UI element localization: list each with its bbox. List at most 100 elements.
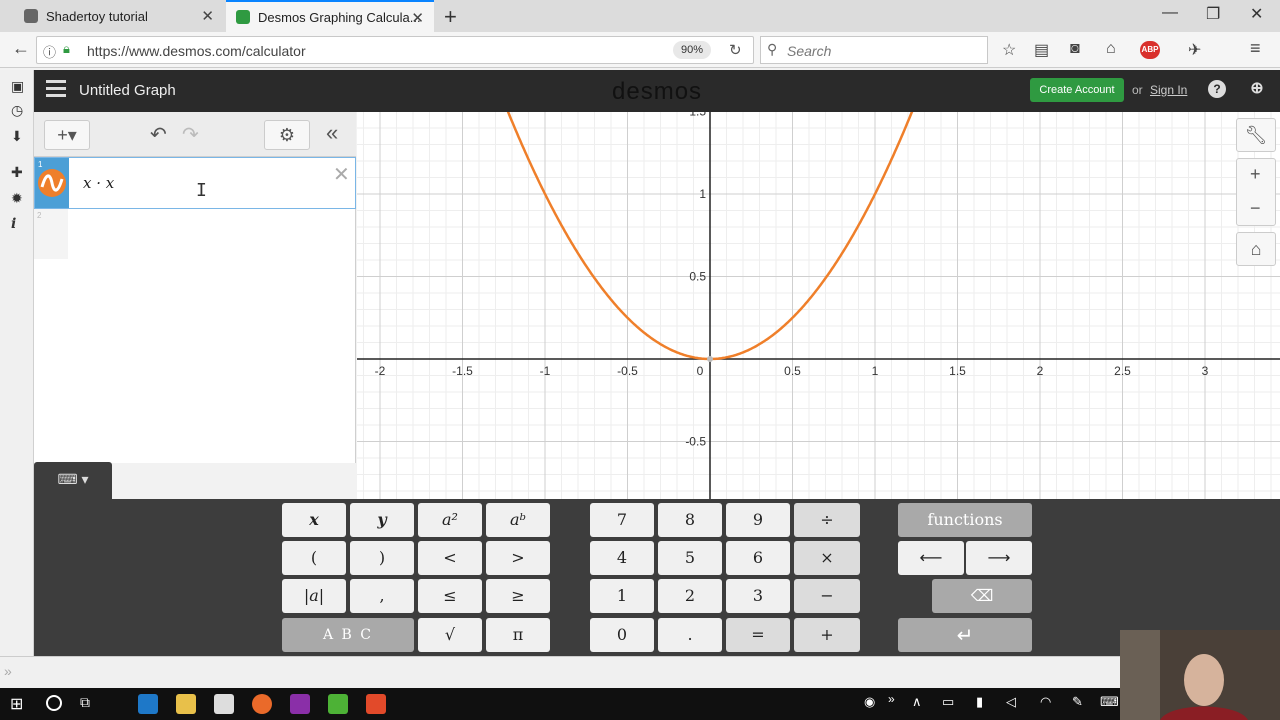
new-tab-icon[interactable]: + [444, 4, 457, 30]
key-2[interactable]: 2 [658, 579, 722, 613]
add-expression-button[interactable]: +▾ [44, 120, 90, 150]
window-close-icon[interactable]: ✕ [1250, 4, 1263, 24]
windows-start-icon[interactable]: ⊞ [10, 694, 23, 714]
graph-canvas[interactable]: -2 -1.5 -1 -0.5 0 0.5 1 1.5 2 2.5 3 1.5 1 0.5 -0.5 [357, 112, 1280, 499]
key-greater-than[interactable]: > [486, 541, 550, 575]
create-account-button[interactable]: Create Account [1030, 78, 1124, 102]
settings-gear-icon[interactable]: ✹ [11, 190, 23, 207]
close-tab-icon[interactable]: ✕ [411, 9, 424, 27]
sign-in-link[interactable]: Sign In [1150, 83, 1187, 97]
home-icon[interactable]: ⌂ [1106, 40, 1116, 58]
undo-icon[interactable]: ↶ [150, 122, 167, 147]
info-icon[interactable]: ⓘ [43, 42, 56, 61]
key-1[interactable]: 1 [590, 579, 654, 613]
cortana-icon[interactable] [46, 695, 62, 711]
pocket-icon[interactable]: ◙ [1070, 40, 1080, 58]
key-pi[interactable]: π [486, 618, 550, 652]
key-9[interactable]: 9 [726, 503, 790, 537]
expression-row[interactable]: 1 x · x ✕ [34, 157, 356, 209]
tray-chevron-icon[interactable]: ∧ [912, 694, 922, 710]
key-greater-equal[interactable]: ≥ [486, 579, 550, 613]
expand-arrow-icon[interactable]: » [4, 663, 12, 679]
key-plus[interactable]: + [794, 618, 860, 652]
zoom-indicator[interactable]: 90% [673, 41, 711, 59]
battery-icon[interactable]: ▮ [976, 694, 983, 710]
key-multiply[interactable]: × [794, 541, 860, 575]
history-icon[interactable]: ◷ [11, 102, 23, 119]
key-abc[interactable]: A B C [282, 618, 414, 652]
key-4[interactable]: 4 [590, 541, 654, 575]
key-less-equal[interactable]: ≤ [418, 579, 482, 613]
curve-color-icon[interactable] [38, 169, 66, 197]
key-sqrt[interactable]: √ [418, 618, 482, 652]
key-decimal[interactable]: . [658, 618, 722, 652]
wrench-icon[interactable]: 🔧︎ [1236, 118, 1276, 152]
graph-title[interactable]: Untitled Graph [79, 82, 176, 99]
key-0[interactable]: 0 [590, 618, 654, 652]
pen-icon[interactable]: ✎ [1072, 694, 1083, 710]
functions-button[interactable]: functions [898, 503, 1032, 537]
key-a-power-b[interactable]: aᵇ [486, 503, 550, 537]
hamburger-menu-icon[interactable] [46, 80, 66, 98]
key-3[interactable]: 3 [726, 579, 790, 613]
graph-paper[interactable]: -2 -1.5 -1 -0.5 0 0.5 1 1.5 2 2.5 3 1.5 1 0.5 -0.5 [357, 112, 1280, 499]
expression-input[interactable]: x · x [83, 174, 114, 192]
delete-expression-icon[interactable]: ✕ [333, 162, 350, 187]
info-i-icon[interactable]: i [11, 216, 16, 232]
key-absolute-value[interactable]: |a| [282, 579, 346, 613]
file-explorer-icon[interactable] [176, 694, 196, 714]
tray-expand-icon[interactable]: » [888, 692, 895, 706]
collapse-panel-icon[interactable]: « [326, 120, 338, 146]
adblock-icon[interactable]: ABP [1140, 41, 1160, 59]
key-a-squared[interactable]: a² [418, 503, 482, 537]
wifi-icon[interactable]: ◠ [1040, 694, 1051, 710]
key-less-than[interactable]: < [418, 541, 482, 575]
tray-display-icon[interactable]: ▭ [942, 694, 954, 710]
menu-icon[interactable]: ≡ [1250, 38, 1261, 59]
firefox-icon[interactable] [252, 694, 272, 714]
download-icon[interactable]: ⬇ [11, 128, 23, 145]
tab-desmos[interactable]: Desmos Graphing Calcula... ✕ [226, 0, 434, 32]
left-arrow-key-icon[interactable]: ⟵ [898, 541, 964, 575]
tray-app-icon[interactable]: ◉ [864, 694, 875, 710]
zoom-out-icon[interactable]: − [1250, 198, 1261, 219]
key-divide[interactable]: ÷ [794, 503, 860, 537]
minimize-icon[interactable]: — [1162, 4, 1178, 22]
zoom-in-icon[interactable]: + [1250, 164, 1261, 185]
recorder-icon[interactable] [366, 694, 386, 714]
volume-icon[interactable]: ◁ [1006, 694, 1016, 710]
url-bar[interactable]: ⓘ 🔒︎ https://www.desmos.com/calculator 9… [36, 36, 754, 64]
library-icon[interactable]: ▤ [1034, 40, 1049, 60]
help-icon[interactable]: ? [1208, 80, 1226, 98]
bookmarks-icon[interactable]: ▣ [11, 78, 24, 95]
key-close-paren[interactable]: ) [350, 541, 414, 575]
key-open-paren[interactable]: ( [282, 541, 346, 575]
back-arrow-icon[interactable]: ← [12, 38, 30, 59]
enter-key-icon[interactable]: ↵ [898, 618, 1032, 652]
tab-shadertoy[interactable]: Shadertoy tutorial ✕ [14, 0, 224, 32]
key-minus[interactable]: − [794, 579, 860, 613]
key-7[interactable]: 7 [590, 503, 654, 537]
parabola-curve[interactable] [487, 112, 931, 361]
key-y[interactable]: y [350, 503, 414, 537]
edge-icon[interactable] [138, 694, 158, 714]
language-globe-icon[interactable]: ⊕ [1248, 80, 1266, 98]
key-8[interactable]: 8 [658, 503, 722, 537]
camtasia-icon[interactable] [328, 694, 348, 714]
close-tab-icon[interactable]: ✕ [201, 7, 214, 25]
task-view-icon[interactable]: ⧉ [80, 694, 90, 711]
bookmark-star-icon[interactable]: ☆ [1002, 40, 1016, 60]
reload-icon[interactable]: ↻ [729, 41, 742, 59]
graph-settings-gear-icon[interactable]: ⚙ [264, 120, 310, 150]
key-equals[interactable]: = [726, 618, 790, 652]
restore-icon[interactable]: ❐ [1206, 4, 1220, 24]
right-arrow-key-icon[interactable]: ⟶ [966, 541, 1032, 575]
key-comma[interactable]: , [350, 579, 414, 613]
keypad-toggle[interactable]: ⌨ ▾ [34, 462, 112, 499]
home-view-icon[interactable]: ⌂ [1236, 232, 1276, 266]
extension-icon[interactable]: ✈ [1188, 40, 1201, 60]
addons-icon[interactable]: ✚ [11, 164, 23, 181]
backspace-key-icon[interactable]: ⌫ [932, 579, 1032, 613]
origin-point[interactable] [707, 356, 713, 362]
expression-row-empty[interactable]: 2 [34, 209, 68, 259]
